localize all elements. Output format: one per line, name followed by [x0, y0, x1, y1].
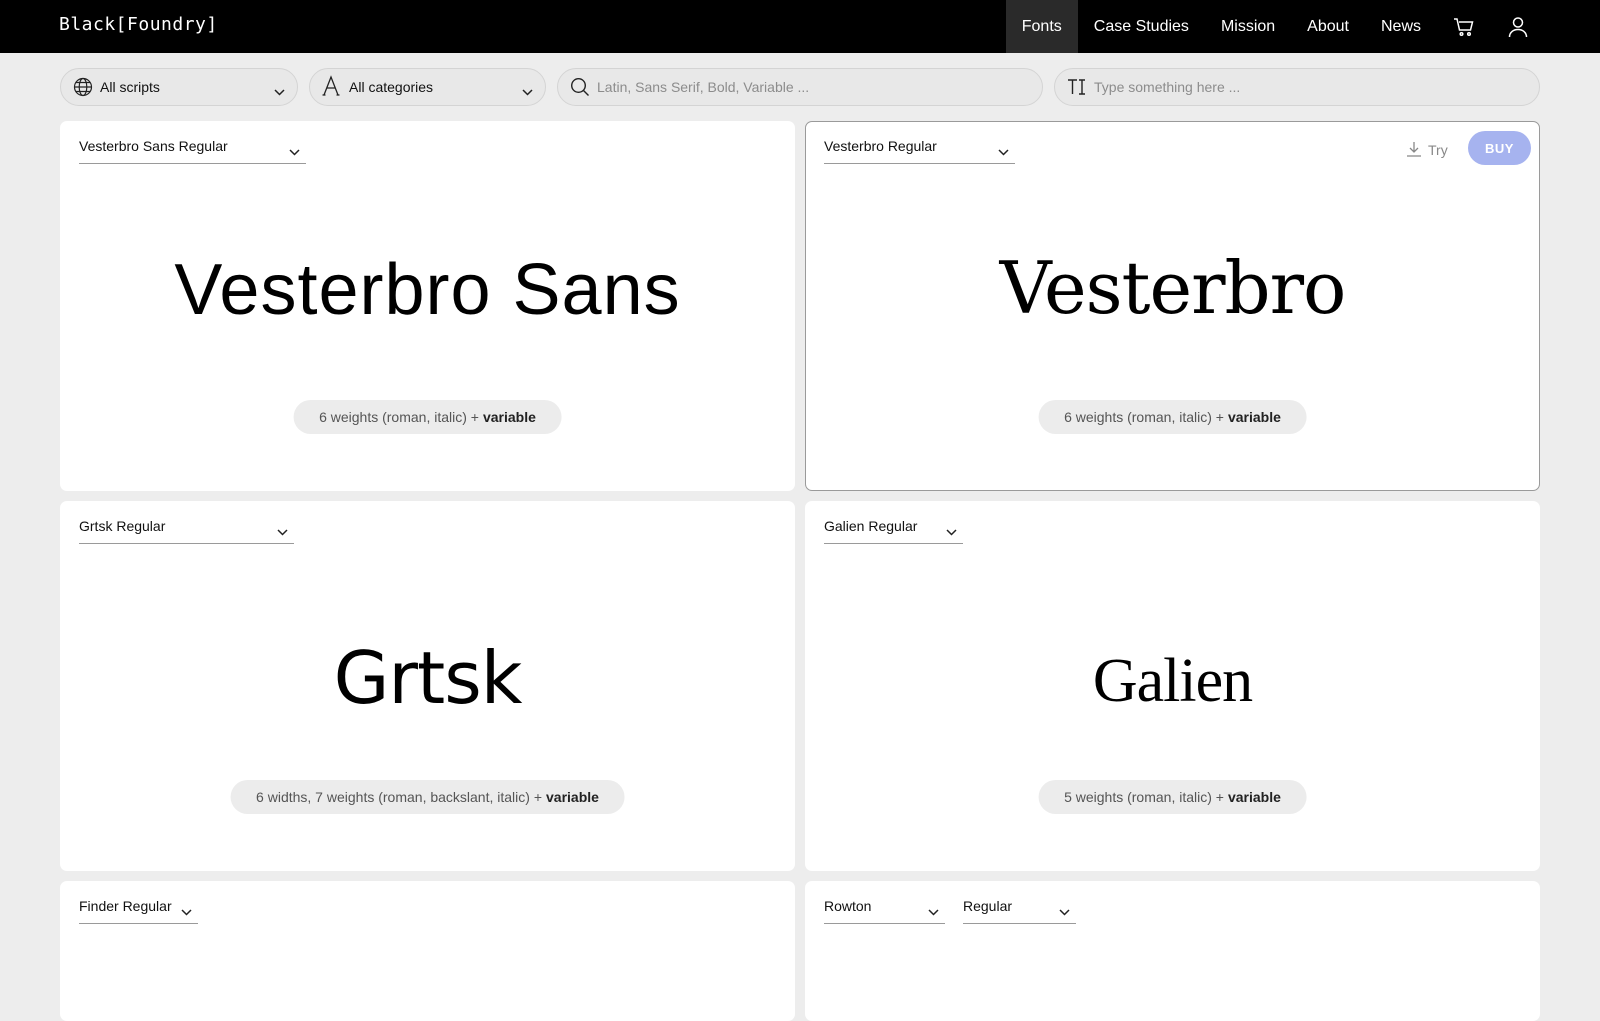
font-card-vesterbro-sans[interactable]: Vesterbro Sans Regular Vesterbro Sans 6 …: [60, 121, 795, 491]
family-dropdown-label: Rowton: [824, 898, 872, 914]
chevron-down-icon: [522, 83, 533, 101]
font-specimen[interactable]: Vesterbro: [806, 252, 1539, 324]
chevron-down-icon: [274, 83, 285, 101]
font-info-text: 6 weights (roman, italic) +: [319, 409, 479, 425]
nav-item-mission[interactable]: Mission: [1205, 0, 1291, 53]
font-specimen[interactable]: Galien: [806, 650, 1539, 712]
user-icon[interactable]: [1491, 0, 1545, 53]
font-info-badge: 6 widths, 7 weights (roman, backslant, i…: [230, 780, 625, 814]
search-icon: [570, 77, 590, 102]
font-search-input[interactable]: Latin, Sans Serif, Bold, Variable ...: [557, 68, 1043, 106]
chevron-down-icon: [277, 523, 288, 541]
main-nav: Fonts Case Studies Mission About News: [1005, 0, 1600, 53]
style-dropdown[interactable]: Regular: [963, 896, 1076, 924]
scripts-filter-dropdown[interactable]: All scripts: [60, 68, 298, 106]
style-dropdown-label: Vesterbro Sans Regular: [79, 138, 228, 154]
nav-item-about[interactable]: About: [1291, 0, 1365, 53]
style-dropdown[interactable]: Vesterbro Sans Regular: [79, 136, 306, 164]
cart-icon[interactable]: [1437, 0, 1491, 53]
nav-item-news[interactable]: News: [1365, 0, 1437, 53]
chevron-down-icon: [946, 523, 957, 541]
font-card-finder[interactable]: Finder Regular: [60, 881, 795, 1021]
font-card-grtsk[interactable]: Grtsk Regular Grtsk 6 widths, 7 weights …: [60, 501, 795, 871]
style-dropdown-label: Regular: [963, 898, 1013, 914]
letter-a-icon: [322, 75, 340, 102]
try-button[interactable]: Try: [1406, 139, 1448, 161]
search-placeholder: Latin, Sans Serif, Bold, Variable ...: [597, 79, 810, 95]
top-navigation-bar: Black[Foundry] Fonts Case Studies Missio…: [0, 0, 1600, 53]
font-card-vesterbro[interactable]: Vesterbro Regular Try BUY Vesterbro 6 we…: [805, 121, 1540, 491]
font-info-text: 6 weights (roman, italic) +: [1064, 409, 1224, 425]
globe-icon: [73, 77, 93, 102]
chevron-down-icon: [998, 143, 1009, 161]
font-card-galien[interactable]: Galien Regular Galien 5 weights (roman, …: [805, 501, 1540, 871]
download-icon: [1406, 141, 1422, 160]
text-size-icon: [1067, 77, 1087, 102]
style-dropdown-label: Vesterbro Regular: [824, 138, 937, 154]
family-dropdown[interactable]: Rowton: [824, 896, 945, 924]
font-info-variable: variable: [546, 789, 599, 805]
style-dropdown-label: Grtsk Regular: [79, 518, 166, 534]
categories-filter-dropdown[interactable]: All categories: [309, 68, 546, 106]
font-info-variable: variable: [1227, 409, 1281, 425]
style-dropdown[interactable]: Finder Regular: [79, 896, 198, 924]
font-specimen[interactable]: Vesterbro Sans: [61, 254, 794, 326]
chevron-down-icon: [1059, 903, 1070, 921]
font-card-rowton[interactable]: Rowton Regular: [805, 881, 1540, 1021]
font-info-variable: variable: [482, 409, 536, 425]
scripts-filter-label: All scripts: [100, 79, 160, 95]
style-dropdown[interactable]: Vesterbro Regular: [824, 136, 1015, 164]
categories-filter-label: All categories: [349, 79, 434, 95]
font-specimen[interactable]: Grtsk: [61, 642, 794, 714]
chevron-down-icon: [289, 143, 300, 161]
nav-item-fonts[interactable]: Fonts: [1005, 0, 1078, 53]
type-tester-input[interactable]: Type something here ...: [1054, 68, 1540, 106]
style-dropdown-label: Finder Regular: [79, 898, 172, 914]
style-dropdown-label: Galien Regular: [824, 518, 918, 534]
chevron-down-icon: [181, 903, 192, 921]
style-dropdown[interactable]: Galien Regular: [824, 516, 963, 544]
font-info-variable: variable: [1227, 789, 1281, 805]
font-info-text: 6 widths, 7 weights (roman, backslant, i…: [256, 789, 543, 805]
font-info-badge: 6 weights (roman, italic) + variable: [293, 400, 562, 434]
nav-item-case-studies[interactable]: Case Studies: [1078, 0, 1205, 53]
font-info-badge: 5 weights (roman, italic) + variable: [1038, 780, 1307, 814]
brand-logo[interactable]: Black[Foundry]: [59, 14, 218, 35]
font-info-badge: 6 weights (roman, italic) + variable: [1038, 400, 1307, 434]
chevron-down-icon: [928, 903, 939, 921]
try-label: Try: [1428, 142, 1448, 158]
buy-button[interactable]: BUY: [1468, 131, 1531, 165]
font-info-text: 5 weights (roman, italic) +: [1064, 789, 1224, 805]
type-tester-placeholder: Type something here ...: [1094, 79, 1241, 95]
style-dropdown[interactable]: Grtsk Regular: [79, 516, 294, 544]
